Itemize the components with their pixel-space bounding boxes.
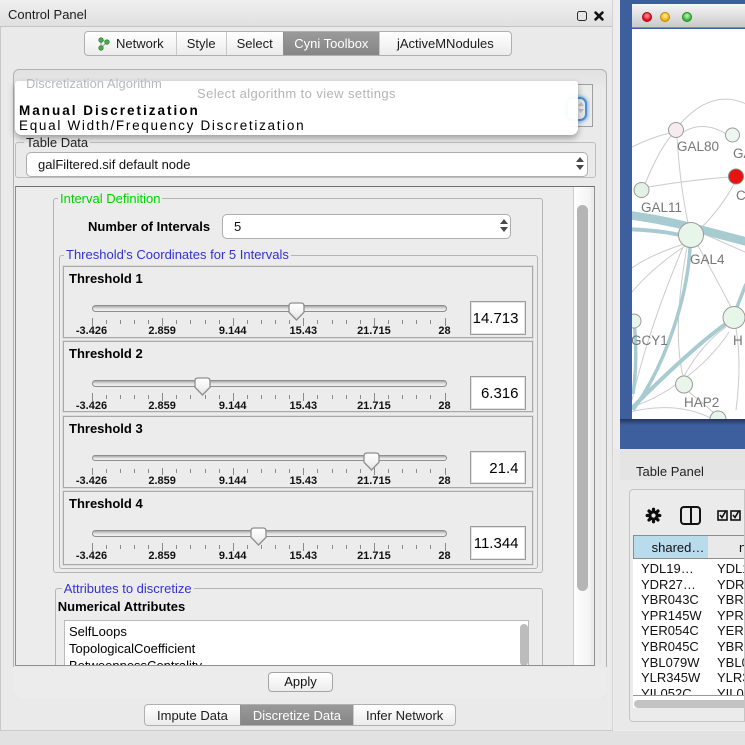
svg-text:GAL11: GAL11 <box>641 200 682 215</box>
svg-text:GA: GA <box>733 146 745 161</box>
svg-text:GAL4: GAL4 <box>690 252 725 267</box>
svg-text:GAL80: GAL80 <box>677 139 719 154</box>
svg-text:HAP2: HAP2 <box>684 395 719 410</box>
svg-text:C: C <box>736 188 745 203</box>
svg-text:GCY1: GCY1 <box>632 333 668 348</box>
svg-text:H: H <box>733 333 743 348</box>
